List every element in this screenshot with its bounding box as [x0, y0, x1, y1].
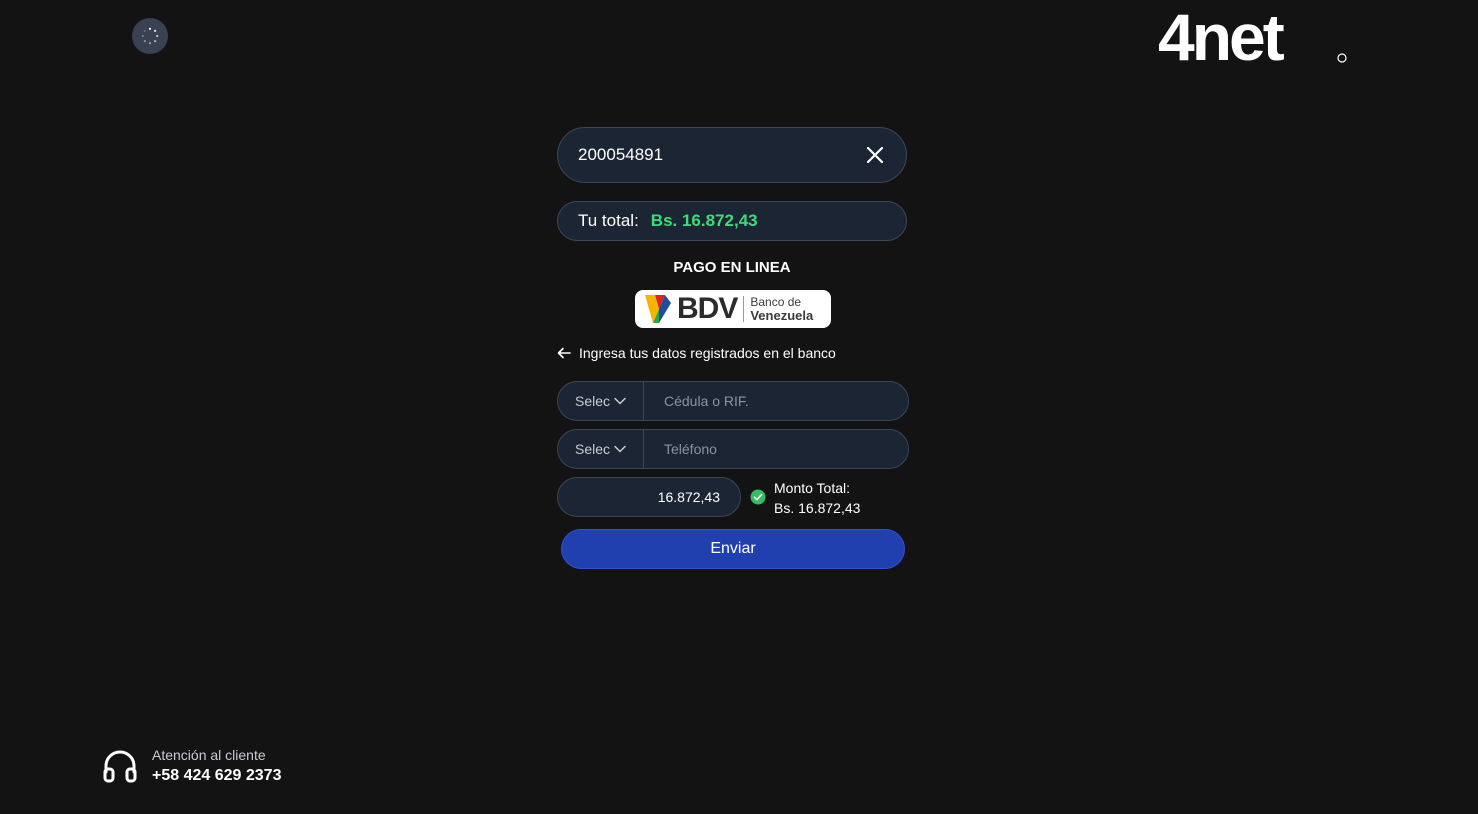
arrow-left-icon — [557, 347, 571, 359]
clear-account-button[interactable] — [864, 144, 886, 166]
payment-page: 4net 200054891 Tu total: Bs. 16.872,43 P… — [0, 0, 1478, 814]
total-label: Tu total: — [578, 211, 639, 230]
account-number-field[interactable]: 200054891 — [557, 127, 907, 183]
monto-total-value: Bs. 16.872,43 — [774, 500, 861, 516]
brand-logo: 4net — [1158, 4, 1347, 68]
instruction-row: Ingresa tus datos registrados en el banc… — [557, 345, 836, 361]
close-icon — [866, 146, 884, 164]
total-amount-info: Monto Total: Bs. 16.872,43 — [750, 478, 860, 518]
support-phone[interactable]: +58 424 629 2373 — [152, 765, 281, 787]
instruction-text: Ingresa tus datos registrados en el banc… — [579, 345, 836, 361]
phone-prefix-select-label: Selec — [574, 441, 611, 457]
account-number-value: 200054891 — [578, 145, 664, 164]
id-type-select[interactable]: Selec — [558, 382, 644, 420]
total-summary: Tu total: Bs. 16.872,43 — [557, 201, 907, 241]
id-number-input[interactable] — [644, 382, 908, 420]
bank-name-line2: Venezuela — [750, 308, 814, 323]
headset-icon — [103, 750, 137, 783]
back-arrow-button[interactable] — [557, 347, 571, 359]
chevron-down-icon — [614, 445, 626, 453]
id-type-select-label: Selec — [574, 393, 611, 409]
customer-support: Atención al cliente +58 424 629 2373 — [102, 745, 281, 787]
submit-payment-button[interactable]: Enviar — [561, 529, 905, 569]
phone-number-input[interactable] — [644, 430, 908, 468]
brand-logo-text: 4net — [1158, 4, 1285, 68]
amount-input[interactable]: 16.872,43 — [557, 477, 741, 517]
payment-section-title: PAGO EN LINEA — [673, 259, 791, 276]
total-amount: Bs. 16.872,43 — [650, 211, 758, 230]
loading-spinner-button[interactable] — [132, 18, 168, 54]
phone-prefix-select[interactable]: Selec — [558, 430, 644, 468]
bank-logo: BDV Banco de Venezuela — [635, 290, 831, 328]
bank-logo-divider — [743, 296, 745, 322]
bank-full-name: Banco de Venezuela — [750, 296, 814, 323]
amount-value: 16.872,43 — [657, 489, 720, 505]
bdv-emblem-icon — [645, 295, 671, 323]
chevron-down-icon — [614, 397, 626, 405]
check-circle-icon — [750, 489, 766, 505]
monto-total-label: Monto Total: — [774, 480, 851, 496]
spinner-icon — [141, 27, 159, 45]
id-document-field: Selec — [557, 381, 909, 421]
support-label: Atención al cliente — [152, 747, 266, 763]
phone-field: Selec — [557, 429, 909, 469]
bank-short-name: BDV — [677, 292, 738, 325]
